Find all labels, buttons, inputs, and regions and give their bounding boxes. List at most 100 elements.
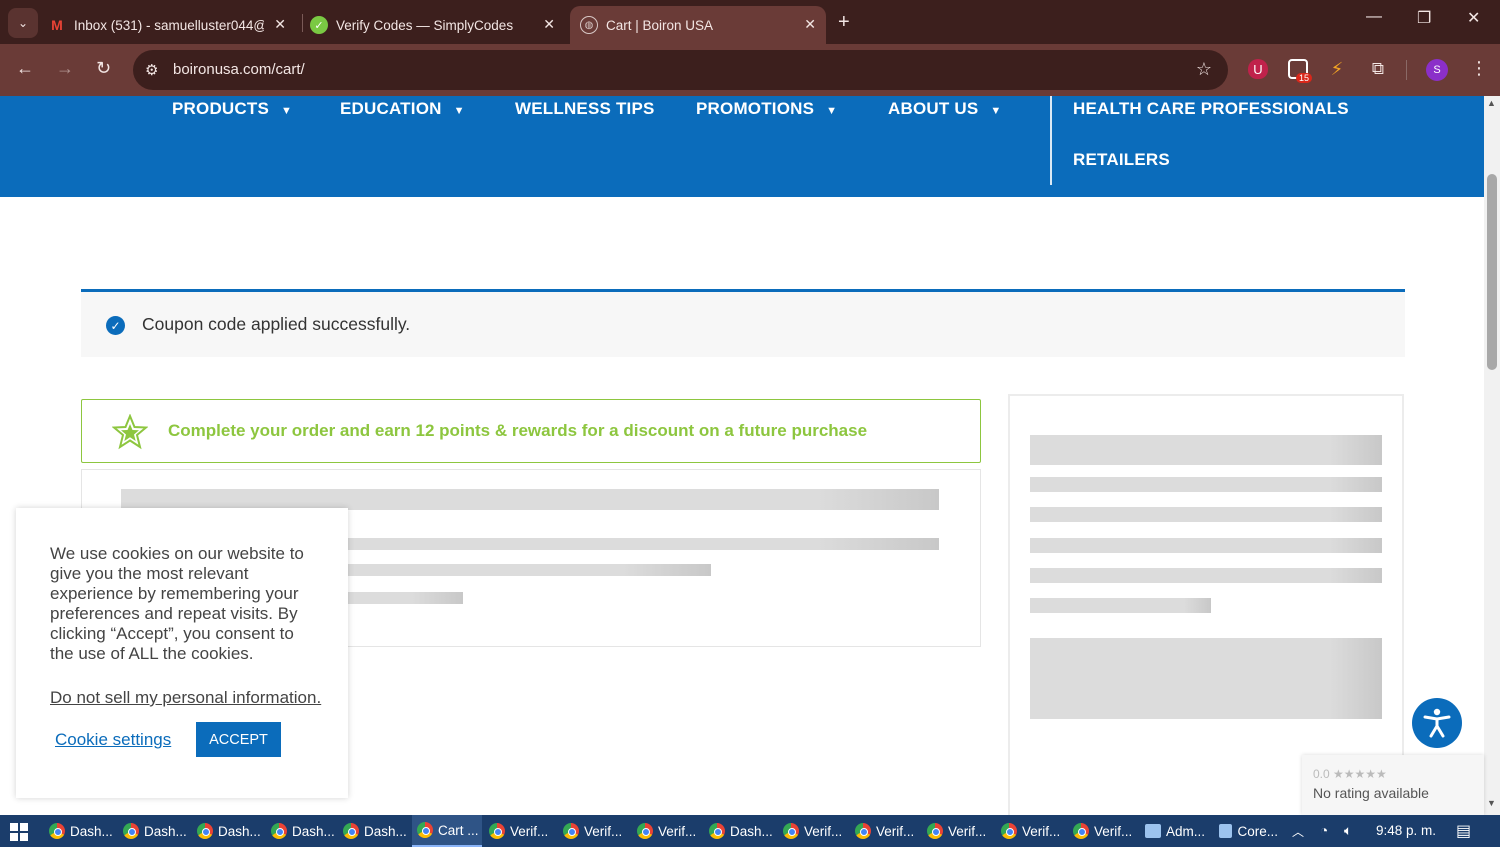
address-bar[interactable]: ⚙ boironusa.com/cart/ ☆ (133, 50, 1228, 90)
chrome-icon (855, 823, 871, 839)
taskbar-item[interactable]: Cart ... (412, 815, 482, 847)
close-icon[interactable]: ✕ (543, 16, 555, 33)
taskbar-item[interactable]: Dash... (266, 815, 336, 847)
taskbar-item[interactable]: Verif... (632, 815, 702, 847)
nav-label: PROMOTIONS (696, 99, 815, 118)
tray-chevron-icon[interactable]: ︿ (1292, 823, 1304, 840)
caret-down-icon: ▼ (453, 105, 465, 117)
taskbar-item[interactable]: Verif... (996, 815, 1066, 847)
accessibility-button[interactable] (1412, 698, 1462, 748)
chrome-icon (1073, 823, 1089, 839)
accept-cookies-button[interactable]: ACCEPT (196, 722, 281, 757)
chrome-icon (489, 823, 505, 839)
taskbar-item[interactable]: Verif... (558, 815, 628, 847)
profile-avatar[interactable]: S (1426, 59, 1448, 81)
bookmark-star-icon[interactable]: ☆ (1196, 59, 1212, 80)
taskbar-item[interactable]: Verif... (778, 815, 848, 847)
skeleton-bar (1030, 435, 1382, 465)
taskbar-item-label: Verif... (804, 823, 843, 839)
tab-gmail[interactable]: M Inbox (531) - samuelluster044@ ✕ (48, 6, 296, 44)
do-not-sell-label[interactable]: Do not sell my personal information (50, 688, 316, 707)
volume-icon[interactable]: 🔈︎ (1344, 823, 1352, 839)
nav-products[interactable]: PRODUCTS ▼ (172, 99, 292, 119)
coupon-success-notice: ✓ Coupon code applied successfully. (81, 289, 1405, 357)
browser-toolbar: ← → ↻ ⚙ boironusa.com/cart/ ☆ U 15 ⚡ ⧉ (0, 44, 1500, 96)
accessibility-icon (1423, 708, 1451, 738)
site-info-icon[interactable]: ⚙ (145, 61, 158, 79)
taskbar-item-label: Dash... (292, 823, 335, 839)
taskbar-item-label: Adm... (1166, 823, 1206, 839)
browser-menu-icon[interactable]: ⋮ (1470, 58, 1488, 79)
taskbar-item-label: Verif... (584, 823, 623, 839)
taskbar-item-label: Dash... (218, 823, 261, 839)
cookie-settings-link[interactable]: Cookie settings (55, 730, 171, 750)
network-icon[interactable]: ◔ (1320, 823, 1328, 838)
forward-icon[interactable]: → (56, 58, 74, 79)
taskbar-item[interactable]: Dash... (192, 815, 262, 847)
rewards-banner: Complete your order and earn 12 points &… (81, 399, 981, 463)
nav-label: WELLNESS TIPS (515, 99, 655, 118)
do-not-sell-link[interactable]: Do not sell my personal information. (50, 688, 321, 708)
nav-about-us[interactable]: ABOUT US ▼ (888, 99, 1001, 119)
nav-retailers[interactable]: RETAILERS (1073, 150, 1170, 170)
scroll-down-arrow-icon[interactable]: ▼ (1487, 798, 1496, 808)
reload-icon[interactable]: ↻ (96, 58, 111, 79)
clock[interactable]: 9:48 p. m. (1376, 823, 1436, 838)
scroll-up-arrow-icon[interactable]: ▲ (1487, 98, 1496, 108)
skeleton-bar (1030, 538, 1382, 553)
minimize-icon[interactable]: — (1366, 8, 1382, 26)
nav-label: PRODUCTS (172, 99, 269, 118)
new-tab-button[interactable]: + (838, 11, 850, 34)
chrome-icon (709, 823, 725, 839)
chrome-icon (49, 823, 65, 839)
back-icon[interactable]: ← (16, 58, 34, 79)
taskbar-item[interactable]: Dash... (44, 815, 114, 847)
taskbar-item[interactable]: Verif... (850, 815, 920, 847)
tab-title: Inbox (531) - samuelluster044@ (74, 17, 264, 33)
scroll-thumb[interactable] (1487, 174, 1497, 370)
skeleton-block (1030, 638, 1382, 719)
taskbar-item[interactable]: Verif... (922, 815, 992, 847)
nav-promotions[interactable]: PROMOTIONS ▼ (696, 99, 837, 119)
chrome-icon (197, 823, 213, 839)
page-scrollbar[interactable]: ▲ ▼ (1484, 96, 1500, 815)
close-icon[interactable]: ✕ (804, 16, 816, 33)
nav-health-care-professionals[interactable]: HEALTH CARE PROFESSIONALS (1073, 99, 1349, 119)
chrome-icon (637, 823, 653, 839)
gmail-icon: M (51, 17, 63, 33)
close-icon[interactable]: ✕ (274, 16, 286, 33)
tab-divider (302, 14, 303, 32)
close-window-icon[interactable]: ✕ (1467, 8, 1480, 28)
rating-score: 0.0 ★★★★★ (1313, 767, 1387, 781)
taskbar-item[interactable]: Dash... (338, 815, 408, 847)
puzzle-extensions-icon[interactable]: ⧉ (1368, 59, 1388, 79)
taskbar-item[interactable]: Adm... (1140, 815, 1212, 847)
extension-badge-count: 15 (1295, 73, 1312, 83)
ublock-extension-icon[interactable]: U (1248, 59, 1268, 79)
taskbar-item-label: Verif... (1022, 823, 1061, 839)
taskbar-item[interactable]: Dash... (118, 815, 188, 847)
lightning-extension-icon[interactable]: ⚡ (1327, 59, 1347, 79)
tab-search-button[interactable]: ⌄ (8, 8, 38, 38)
nav-education[interactable]: EDUCATION ▼ (340, 99, 465, 119)
restore-icon[interactable]: ❐ (1417, 8, 1431, 28)
rating-widget[interactable]: 0.0 ★★★★★ No rating available (1302, 755, 1484, 815)
taskbar-item[interactable]: Core... (1214, 815, 1278, 847)
taskbar-item[interactable]: Verif... (484, 815, 554, 847)
taskbar-item[interactable]: Verif... (1068, 815, 1138, 847)
app-icon (1219, 824, 1233, 838)
taskbar-item-label: Dash... (364, 823, 407, 839)
windows-start-icon[interactable] (10, 823, 28, 841)
simplycodes-icon: ✓ (310, 16, 328, 34)
taskbar-item[interactable]: Dash... (704, 815, 774, 847)
extension-badge-icon[interactable]: 15 (1288, 59, 1312, 83)
chrome-icon (563, 823, 579, 839)
nav-wellness-tips[interactable]: WELLNESS TIPS (515, 99, 655, 119)
tab-simplycodes[interactable]: ✓ Verify Codes — SimplyCodes ✕ (310, 6, 565, 44)
tab-boiron-cart[interactable]: ◍ Cart | Boiron USA ✕ (570, 6, 826, 44)
chrome-icon (927, 823, 943, 839)
url-text[interactable]: boironusa.com/cart/ (173, 61, 305, 78)
notifications-icon[interactable]: ▤ (1456, 821, 1471, 841)
chrome-icon (123, 823, 139, 839)
globe-icon: ◍ (580, 16, 598, 34)
